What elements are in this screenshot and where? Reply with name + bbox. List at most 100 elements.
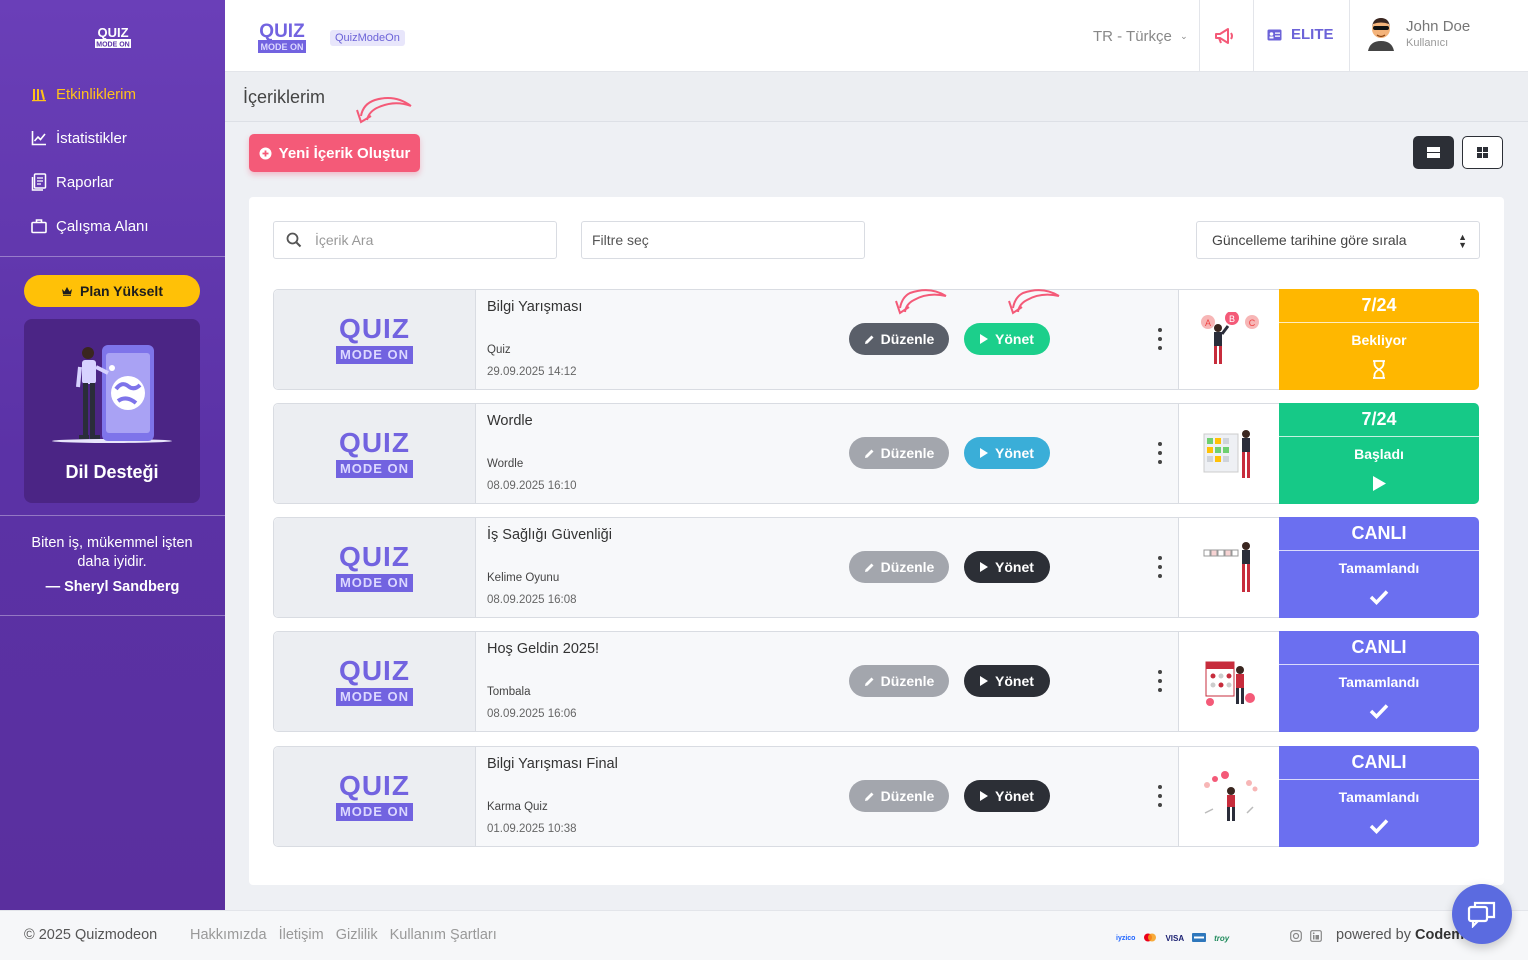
plan-upgrade-button[interactable]: Plan Yükselt (24, 275, 200, 307)
content-date: 08.09.2025 16:08 (487, 594, 577, 606)
status-schedule: 7/24 (1279, 289, 1479, 323)
status-badge: 7/24 Bekliyor (1279, 289, 1479, 390)
more-options-icon[interactable] (1154, 328, 1166, 350)
more-options-icon[interactable] (1154, 442, 1166, 464)
edit-button[interactable]: Düzenle (849, 551, 949, 583)
content-title: Wordle (487, 413, 533, 429)
manage-button[interactable]: Yönet (964, 665, 1050, 697)
edit-button[interactable]: Düzenle (849, 437, 949, 469)
pencil-icon (864, 563, 874, 572)
user-name[interactable]: John Doe (1406, 18, 1470, 35)
thumb-logo-top: QUIZ (339, 541, 410, 572)
linkedin-icon[interactable] (1310, 929, 1322, 947)
page-title-band: İçeriklerim (225, 72, 1528, 124)
content-date: 08.09.2025 16:10 (487, 480, 577, 492)
manage-label: Yönet (995, 331, 1034, 347)
content-thumbnail: QUIZ MODE ON (274, 404, 476, 503)
content-illustration (1178, 404, 1279, 503)
thumb-logo-top: QUIZ (339, 655, 410, 686)
footer-link-privacy[interactable]: Gizlilik (336, 927, 378, 943)
filter-input[interactable] (592, 232, 812, 248)
manage-button[interactable]: Yönet (964, 551, 1050, 583)
status-badge: CANLI Tamamlandı (1279, 517, 1479, 618)
avatar[interactable] (1364, 15, 1398, 51)
sort-caret-icon: ▲ ▼ (1458, 232, 1467, 250)
content-illustration (1178, 518, 1279, 617)
more-options-icon[interactable] (1154, 785, 1166, 807)
search-input[interactable] (315, 232, 535, 248)
content-title: Bilgi Yarışması Final (487, 756, 618, 772)
manage-button[interactable]: Yönet (964, 780, 1050, 812)
thumb-logo-top: QUIZ (339, 770, 410, 801)
pencil-icon (864, 449, 874, 458)
play-icon (980, 334, 989, 344)
manage-button[interactable]: Yönet (964, 437, 1050, 469)
more-options-icon[interactable] (1154, 670, 1166, 692)
language-support-card[interactable]: Dil Desteği (24, 319, 200, 503)
content-title: Bilgi Yarışması (487, 299, 583, 315)
chat-button[interactable] (1452, 884, 1512, 944)
instagram-icon[interactable] (1290, 929, 1302, 947)
footer-link-contact[interactable]: İletişim (279, 927, 324, 943)
sort-select[interactable]: Güncelleme tarihine göre sırala ▲ ▼ (1196, 221, 1480, 259)
footer-link-about[interactable]: Hakkımızda (190, 927, 267, 943)
visa-logo: VISA (1165, 933, 1185, 943)
header-divider (1253, 0, 1254, 72)
pencil-icon (864, 792, 874, 801)
thumb-logo-bottom: MODE ON (335, 346, 414, 364)
play-icon (980, 448, 989, 458)
edit-label: Düzenle (880, 559, 935, 575)
edit-label: Düzenle (880, 331, 935, 347)
edit-button[interactable]: Düzenle (849, 780, 949, 812)
payment-logos: iyzico VISA troy (1116, 929, 1229, 947)
sidebar-item-raporlar[interactable]: Raporlar (0, 160, 225, 204)
content-thumbnail: QUIZ MODE ON (274, 632, 476, 731)
status-badge: 7/24 Başladı (1279, 403, 1479, 504)
sidebar-divider (0, 256, 225, 257)
powered-prefix: powered by (1336, 927, 1411, 943)
report-icon (30, 173, 48, 191)
sidebar: QUIZ MODE ON Etkinliklerim İstatistikler… (0, 0, 225, 910)
thumb-logo-top: QUIZ (339, 427, 410, 458)
more-options-icon[interactable] (1154, 556, 1166, 578)
content-date: 08.09.2025 16:06 (487, 708, 577, 720)
sidebar-item-calisma-alani[interactable]: Çalışma Alanı (0, 204, 225, 248)
play-icon (980, 676, 989, 686)
search-box[interactable] (273, 221, 557, 259)
top-header: QUIZ MODE ON QuizModeOn TR - Türkçe ⌄ EL… (225, 0, 1528, 72)
site-badge: QuizModeOn (330, 30, 405, 46)
header-logo[interactable]: QUIZ MODE ON (257, 20, 309, 56)
svg-text:MODE ON: MODE ON (96, 42, 129, 49)
sidebar-item-etkinliklerim[interactable]: Etkinliklerim (0, 72, 225, 116)
new-content-label: Yeni İçerik Oluştur (278, 144, 411, 162)
play-icon (980, 562, 989, 572)
filter-select[interactable] (581, 221, 865, 259)
footer-link-terms[interactable]: Kullanım Şartları (390, 927, 497, 943)
manage-button[interactable]: Yönet (964, 323, 1050, 355)
grid-view-toggle[interactable] (1462, 136, 1503, 169)
plan-badge[interactable]: ELITE (1267, 26, 1334, 43)
sidebar-logo[interactable]: QUIZ MODE ON (94, 24, 132, 50)
pencil-icon (864, 677, 874, 686)
megaphone-icon[interactable] (1213, 24, 1237, 48)
sidebar-item-istatistikler[interactable]: İstatistikler (0, 116, 225, 160)
sidebar-item-label: Raporlar (56, 173, 114, 191)
edit-button[interactable]: Düzenle (849, 665, 949, 697)
language-selector[interactable]: TR - Türkçe ⌄ (1093, 28, 1188, 45)
edit-button[interactable]: Düzenle (849, 323, 949, 355)
plus-circle-icon (259, 147, 272, 160)
hint-arrow-icon (356, 97, 412, 124)
footer-links: Hakkımızda İletişim Gizlilik Kullanım Şa… (190, 927, 497, 943)
content-type: Wordle (487, 458, 524, 470)
content-type: Tombala (487, 686, 531, 698)
check-icon (1369, 816, 1389, 836)
content-illustration (1178, 632, 1279, 731)
header-divider (1199, 0, 1200, 72)
list-view-toggle[interactable] (1413, 136, 1454, 169)
hint-arrow-icon (895, 289, 947, 315)
new-content-button[interactable]: Yeni İçerik Oluştur (249, 134, 420, 172)
sidebar-item-label: Çalışma Alanı (56, 217, 149, 235)
sidebar-divider (0, 615, 225, 616)
status-schedule: 7/24 (1279, 403, 1479, 437)
content-type: Kelime Oyunu (487, 572, 560, 584)
